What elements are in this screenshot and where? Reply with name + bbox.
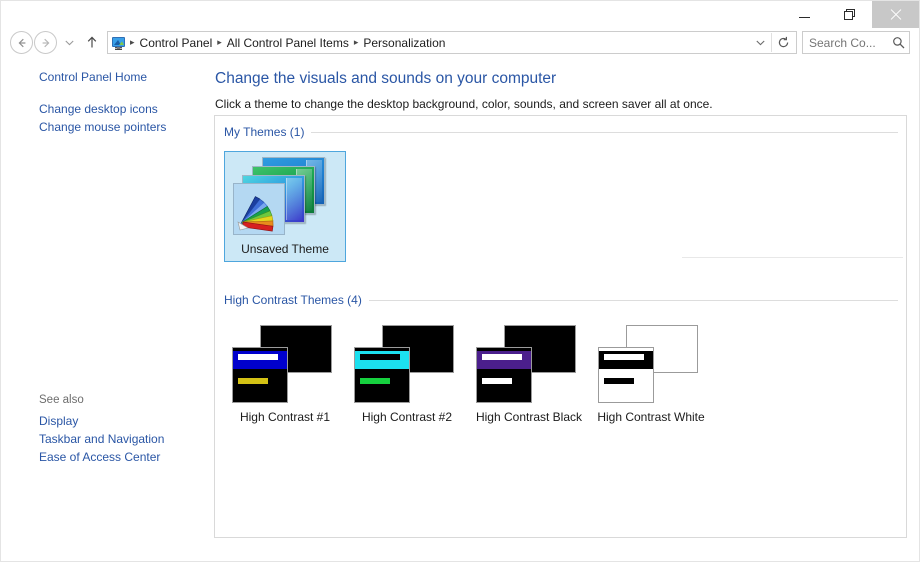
minimize-icon xyxy=(799,17,810,18)
sidebar-item-change-desktop-icons[interactable]: Change desktop icons xyxy=(1,102,207,117)
theme-thumbnail-hc1 xyxy=(230,323,340,405)
back-arrow-icon xyxy=(18,38,25,47)
themes-panel: My Themes (1) Unsaved Theme High Contras… xyxy=(214,115,907,538)
content-header: Change the visuals and sounds on your co… xyxy=(207,57,919,112)
theme-thumbnail-hc-white xyxy=(596,323,706,405)
group-divider xyxy=(311,131,898,133)
recent-locations-button[interactable] xyxy=(60,32,78,54)
group-header-my-themes: My Themes (1) xyxy=(215,116,906,139)
maximize-restore-button[interactable] xyxy=(827,1,872,28)
see-also-item-ease-of-access-center[interactable]: Ease of Access Center xyxy=(1,450,207,465)
theme-label-high-contrast-2: High Contrast #2 xyxy=(361,410,453,424)
theme-label-unsaved-theme: Unsaved Theme xyxy=(241,242,329,256)
breadcrumb-item-control-panel[interactable]: Control Panel xyxy=(136,35,217,51)
theme-tile-unsaved-theme[interactable]: Unsaved Theme xyxy=(224,151,346,262)
see-also-section: See also Display Taskbar and Navigation … xyxy=(1,393,207,468)
group-label-my-themes: My Themes (1) xyxy=(224,125,305,139)
restore-icon xyxy=(844,9,855,20)
window-body: Control Panel Home Change desktop icons … xyxy=(0,57,920,562)
search-icon xyxy=(891,36,905,50)
refresh-icon xyxy=(778,36,788,48)
sidebar-item-control-panel-home[interactable]: Control Panel Home xyxy=(1,70,207,85)
navigation-buttons xyxy=(1,31,103,54)
close-button[interactable] xyxy=(872,1,919,28)
window-preview-front xyxy=(354,347,410,403)
control-panel-icon xyxy=(111,35,127,51)
theme-tile-high-contrast-white[interactable]: High Contrast White xyxy=(590,319,712,430)
theme-label-high-contrast-white: High Contrast White xyxy=(597,410,705,424)
theme-tile-high-contrast-black[interactable]: High Contrast Black xyxy=(468,319,590,430)
title-bar xyxy=(0,0,920,28)
content-area: Change the visuals and sounds on your co… xyxy=(207,57,919,561)
see-also-item-display[interactable]: Display xyxy=(1,414,207,429)
refresh-button[interactable] xyxy=(772,32,794,53)
address-bar: ▸ Control Panel ▸ All Control Panel Item… xyxy=(0,28,920,57)
preview-title-text xyxy=(604,354,644,360)
preview-body-text xyxy=(360,378,390,384)
chevron-down-icon xyxy=(64,40,74,45)
group-high-contrast-themes: High Contrast Themes (4) High Contrast #… xyxy=(215,284,906,430)
preview-body-text xyxy=(482,378,512,384)
breadcrumb-tools xyxy=(749,32,794,53)
forward-arrow-icon xyxy=(42,38,49,47)
preview-title-text xyxy=(482,354,522,360)
group-label-high-contrast: High Contrast Themes (4) xyxy=(224,293,362,307)
breadcrumb-bar[interactable]: ▸ Control Panel ▸ All Control Panel Item… xyxy=(107,31,797,54)
close-icon xyxy=(890,8,902,21)
page-subtitle: Click a theme to change the desktop back… xyxy=(215,97,713,111)
panel-divider xyxy=(682,257,903,258)
breadcrumb-item-all-control-panel-items[interactable]: All Control Panel Items xyxy=(223,35,353,51)
personalization-window: ▸ Control Panel ▸ All Control Panel Item… xyxy=(0,0,920,562)
chevron-down-icon xyxy=(755,40,765,45)
sidebar: Control Panel Home Change desktop icons … xyxy=(1,57,207,561)
window-preview-front xyxy=(476,347,532,403)
search-input[interactable] xyxy=(809,35,891,50)
theme-thumbnail-hc-black xyxy=(474,323,584,405)
preview-body-text xyxy=(604,378,634,384)
search-box[interactable] xyxy=(802,31,910,54)
back-button[interactable] xyxy=(10,31,33,54)
color-fan-icon xyxy=(233,183,285,235)
window-controls xyxy=(782,1,919,28)
minimize-button[interactable] xyxy=(782,1,827,28)
address-dropdown-button[interactable] xyxy=(749,32,771,53)
theme-row-high-contrast: High Contrast #1 High Contrast #2 High C… xyxy=(215,307,906,430)
group-my-themes: My Themes (1) Unsaved Theme xyxy=(215,116,906,262)
page-title: Change the visuals and sounds on your co… xyxy=(215,70,557,87)
up-one-level-button[interactable] xyxy=(81,32,103,54)
theme-row-my-themes: Unsaved Theme xyxy=(215,139,906,262)
preview-body-text xyxy=(238,378,268,384)
forward-button[interactable] xyxy=(34,31,57,54)
breadcrumb: ▸ Control Panel ▸ All Control Panel Item… xyxy=(129,35,749,51)
theme-thumbnail-unsaved xyxy=(230,155,340,237)
group-header-high-contrast: High Contrast Themes (4) xyxy=(215,284,906,307)
theme-tile-high-contrast-1[interactable]: High Contrast #1 xyxy=(224,319,346,430)
group-divider xyxy=(368,299,898,301)
window-preview-front xyxy=(598,347,654,403)
theme-thumbnail-hc2 xyxy=(352,323,462,405)
see-also-item-taskbar-and-navigation[interactable]: Taskbar and Navigation xyxy=(1,432,207,447)
see-also-heading: See also xyxy=(39,394,84,406)
preview-title-text xyxy=(360,354,400,360)
window-preview-front xyxy=(232,347,288,403)
breadcrumb-item-personalization[interactable]: Personalization xyxy=(359,35,449,51)
preview-title-text xyxy=(238,354,278,360)
theme-label-high-contrast-black: High Contrast Black xyxy=(475,410,583,424)
sidebar-item-change-mouse-pointers[interactable]: Change mouse pointers xyxy=(1,120,207,135)
up-arrow-icon xyxy=(87,36,97,48)
theme-label-high-contrast-1: High Contrast #1 xyxy=(239,410,331,424)
theme-tile-high-contrast-2[interactable]: High Contrast #2 xyxy=(346,319,468,430)
